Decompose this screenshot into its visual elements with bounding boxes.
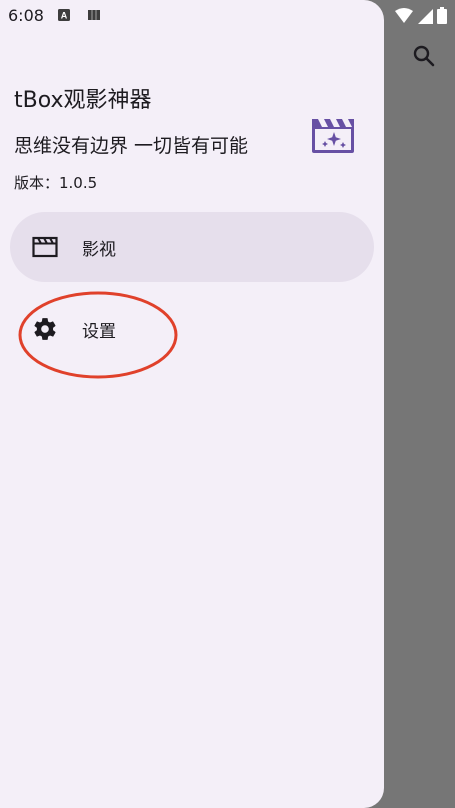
- battery-icon: [437, 7, 447, 24]
- a-notification-icon: A: [58, 9, 70, 21]
- search-button[interactable]: [408, 40, 440, 72]
- app-title: tBox观影神器: [14, 88, 152, 113]
- storage-notification-icon: [88, 10, 100, 20]
- nav-item-label: 影视: [82, 239, 116, 260]
- svg-text:A: A: [61, 11, 68, 21]
- movie-sparkle-icon: [312, 119, 354, 153]
- navigation-drawer: tBox观影神器 思维没有边界 一切皆有可能 版本：1.0.5 影视 设置: [0, 0, 384, 808]
- cell-signal-icon: [418, 8, 433, 24]
- annotation-circle: [18, 291, 178, 379]
- app-version: 版本：1.0.5: [14, 174, 98, 192]
- search-icon: [413, 45, 435, 67]
- movie-icon: [32, 235, 58, 259]
- app-slogan: 思维没有边界 一切皆有可能: [14, 135, 249, 157]
- wifi-icon: [395, 7, 413, 23]
- status-bar: 6:08 A: [0, 0, 455, 32]
- status-time: 6:08: [8, 6, 44, 25]
- nav-item-movies[interactable]: 影视: [10, 212, 374, 282]
